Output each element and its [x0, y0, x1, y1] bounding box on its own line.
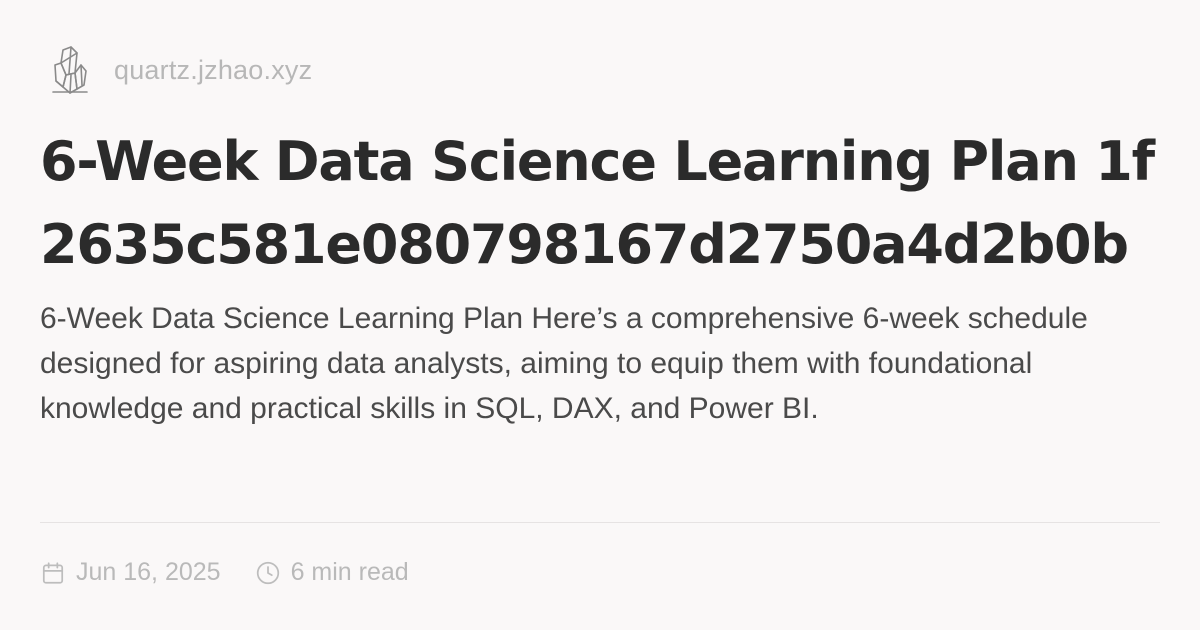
og-card: quartz.jzhao.xyz 6-Week Data Science Lea…: [40, 38, 1160, 598]
read-time: 6 min read: [255, 558, 409, 587]
site-header: quartz.jzhao.xyz: [40, 38, 1160, 102]
site-domain[interactable]: quartz.jzhao.xyz: [114, 55, 312, 86]
calendar-icon: [42, 561, 64, 584]
read-time-label: 6 min read: [290, 558, 409, 586]
publish-date-label: Jun 16, 2025: [76, 558, 221, 586]
crystal-logo-icon: [42, 42, 98, 98]
publish-date: Jun 16, 2025: [40, 558, 221, 587]
page-title: 6-Week Data Science Learning Plan 1f2635…: [40, 130, 1155, 277]
page-meta: Jun 16, 2025 6 min read: [40, 558, 443, 587]
page-description: 6-Week Data Science Learning Plan Here’s…: [40, 302, 1088, 426]
clock-icon: [256, 561, 279, 584]
divider: [40, 522, 1160, 523]
